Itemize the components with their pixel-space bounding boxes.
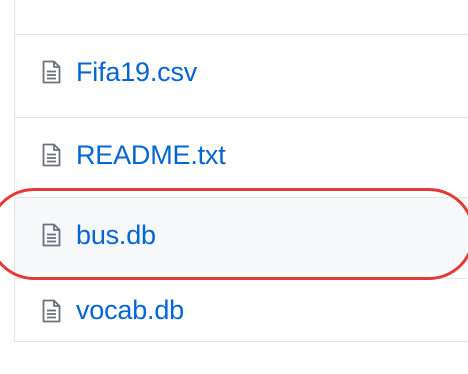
file-text-icon [40, 221, 62, 249]
file-link[interactable]: README.txt [76, 141, 226, 169]
file-text-icon [40, 141, 62, 169]
file-link[interactable]: bus.db [76, 221, 156, 249]
file-row-vocab-db[interactable]: vocab.db [15, 278, 468, 342]
file-text-icon [40, 58, 62, 86]
file-row-bus-db[interactable]: bus.db [15, 197, 468, 272]
file-row-fifa19[interactable]: Fifa19.csv [15, 34, 468, 109]
file-link[interactable]: Fifa19.csv [76, 58, 197, 86]
file-text-icon [40, 297, 62, 325]
file-row-readme[interactable]: README.txt [15, 117, 468, 192]
file-list: Fifa19.csv README.txt bus.db vocab.db [14, 0, 468, 342]
file-link[interactable]: vocab.db [76, 297, 184, 324]
